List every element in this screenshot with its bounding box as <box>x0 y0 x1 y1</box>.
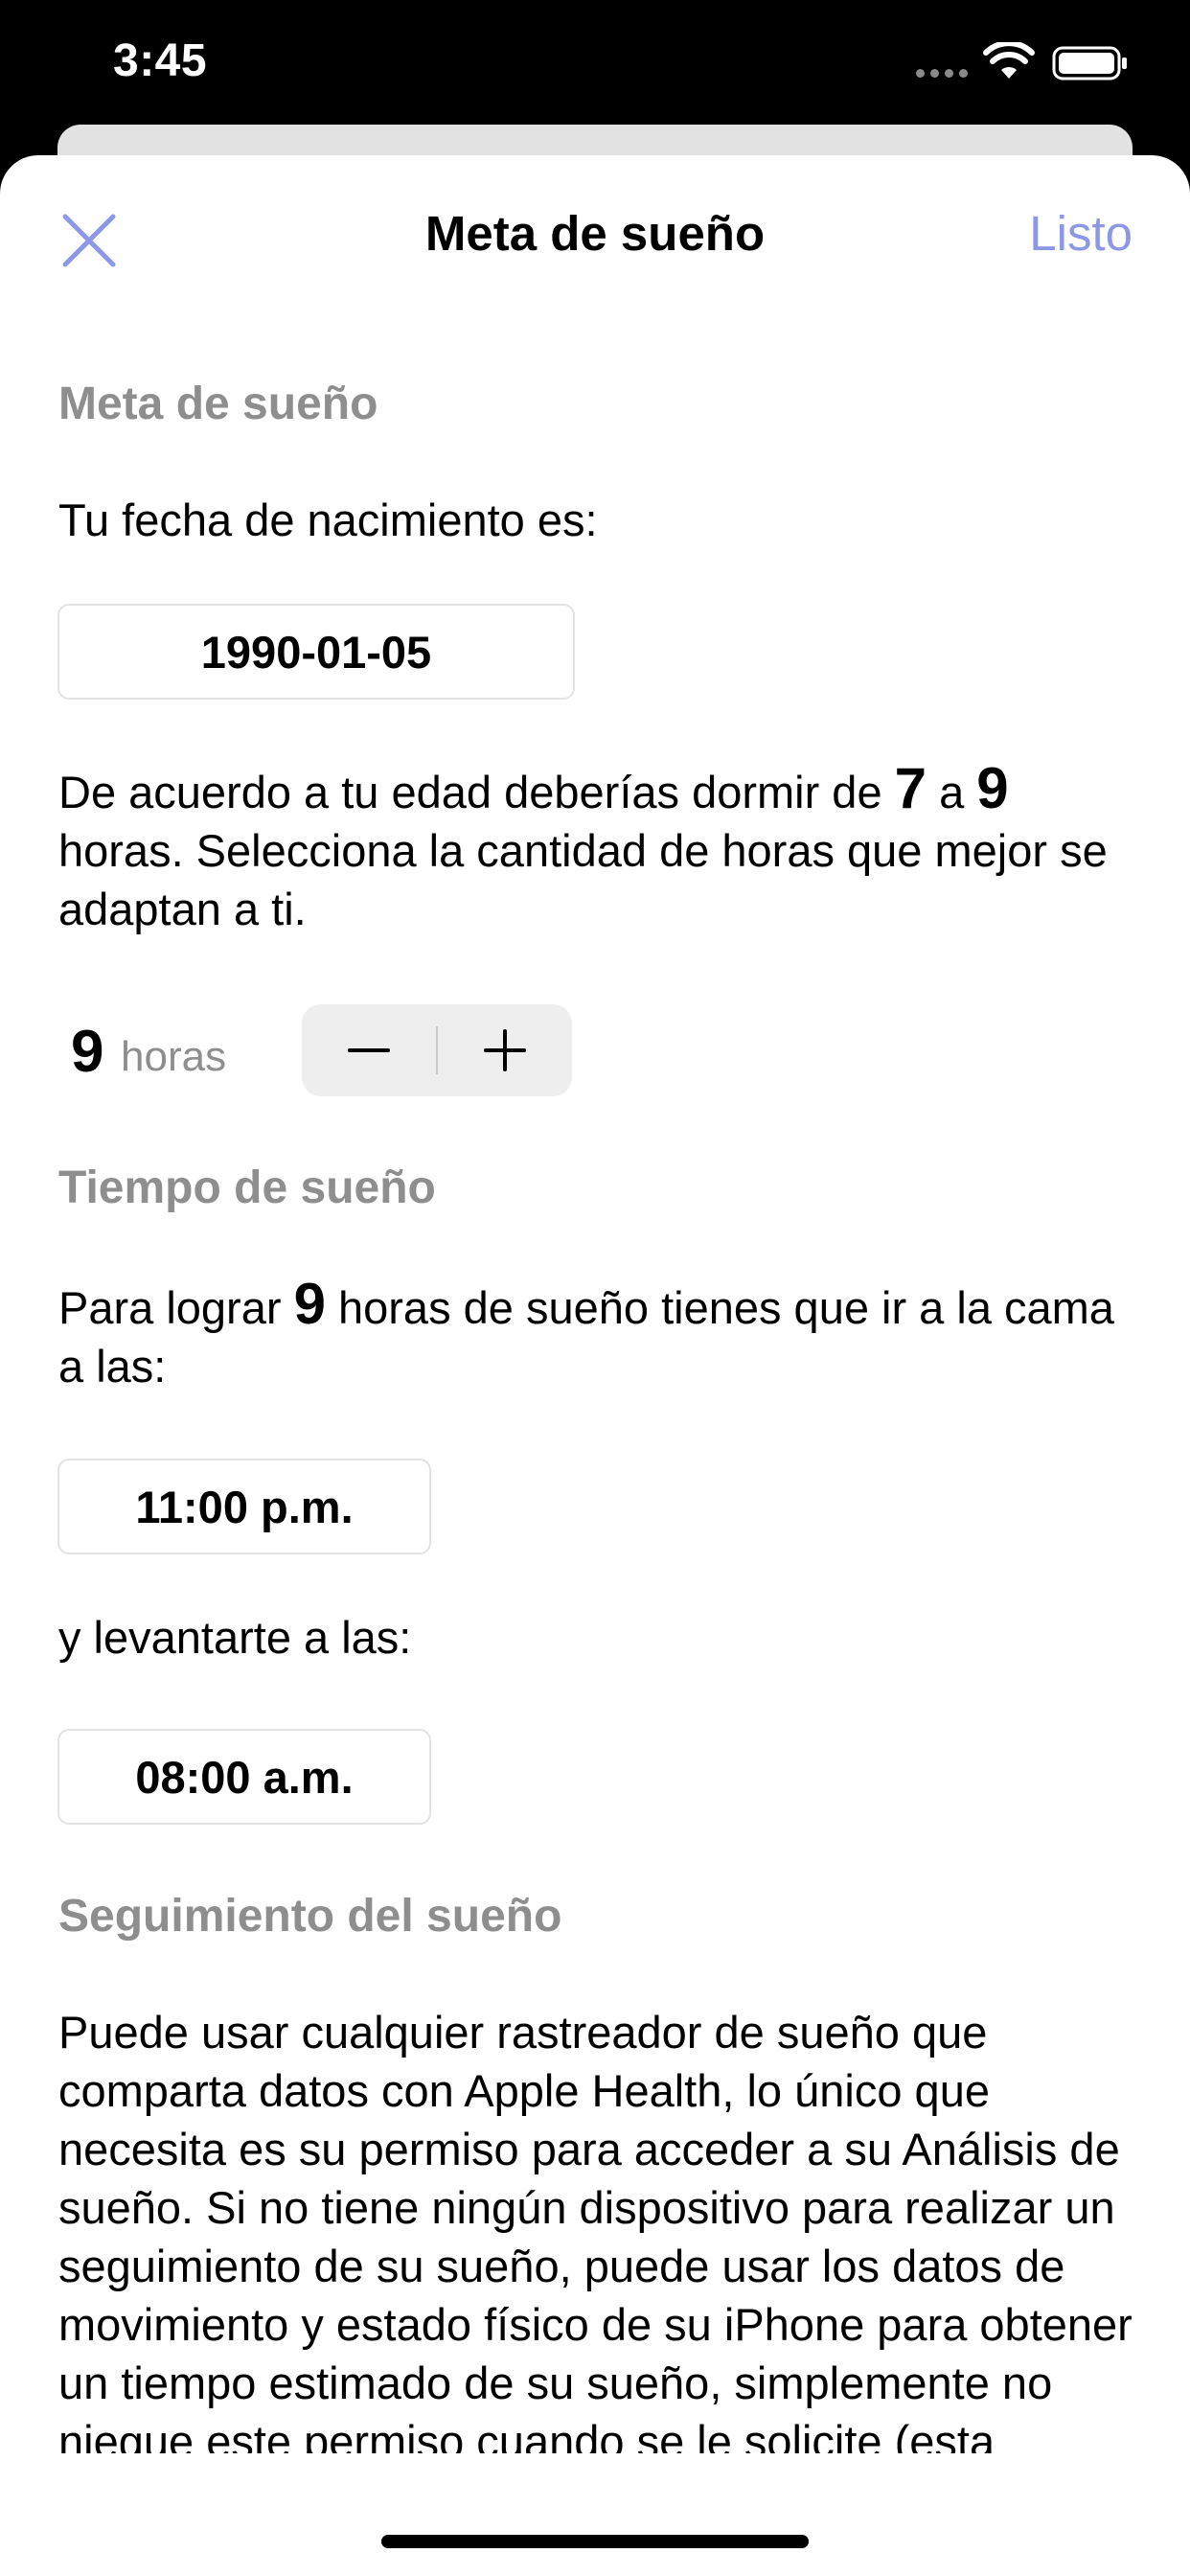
status-bar: 3:45 <box>0 0 1190 125</box>
recommendation-prefix: De acuerdo a tu edad deberías dormir de <box>58 767 895 817</box>
hours-goal-unit: horas <box>121 1033 227 1080</box>
recommendation-text: De acuerdo a tu edad deberías dormir de … <box>58 759 1141 938</box>
recommendation-suffix: horas. Selecciona la cantidad de horas q… <box>58 825 1108 934</box>
status-time: 3:45 <box>113 35 208 86</box>
increment-button[interactable] <box>438 1004 572 1096</box>
hours-goal-value: 9 <box>71 1019 104 1085</box>
home-indicator[interactable] <box>381 2535 809 2548</box>
wake-label: y levantarte a las: <box>58 1612 412 1663</box>
bedtime-text: Para lograr 9 horas de sueño tienes que … <box>58 1275 1141 1395</box>
plus-icon <box>484 1029 526 1071</box>
sleep-goal-sheet: Meta de sueño Listo Meta de sueño Tu fec… <box>0 155 1190 2576</box>
recommended-max-hours: 9 <box>976 756 1009 820</box>
birthdate-field[interactable]: 1990-01-05 <box>57 604 575 700</box>
bedtime-hours: 9 <box>293 1272 326 1336</box>
birthdate-label: Tu fecha de nacimiento es: <box>58 494 598 545</box>
recommended-min-hours: 7 <box>894 756 927 820</box>
done-button[interactable]: Listo <box>1029 205 1133 262</box>
section-header-sleep-tracking: Seguimiento del sueño <box>58 1891 562 1942</box>
wake-time-field[interactable]: 08:00 a.m. <box>57 1729 431 1825</box>
bedtime-field[interactable]: 11:00 p.m. <box>57 1459 431 1554</box>
bedtime-prefix: Para lograr <box>58 1282 294 1333</box>
battery-icon <box>1052 46 1127 80</box>
tracking-description: Puede usar cualquier rastreador de sueño… <box>58 2007 1133 2453</box>
section-header-sleep-goal: Meta de sueño <box>58 379 378 429</box>
hours-stepper <box>302 1004 572 1096</box>
recommendation-middle: a <box>927 767 977 817</box>
minus-icon <box>348 1048 390 1052</box>
wifi-icon <box>983 42 1035 79</box>
signal-icon <box>916 69 968 78</box>
page-title: Meta de sueño <box>424 206 766 261</box>
section-header-sleep-time: Tiempo de sueño <box>58 1162 436 1213</box>
decrement-button[interactable] <box>302 1004 436 1096</box>
